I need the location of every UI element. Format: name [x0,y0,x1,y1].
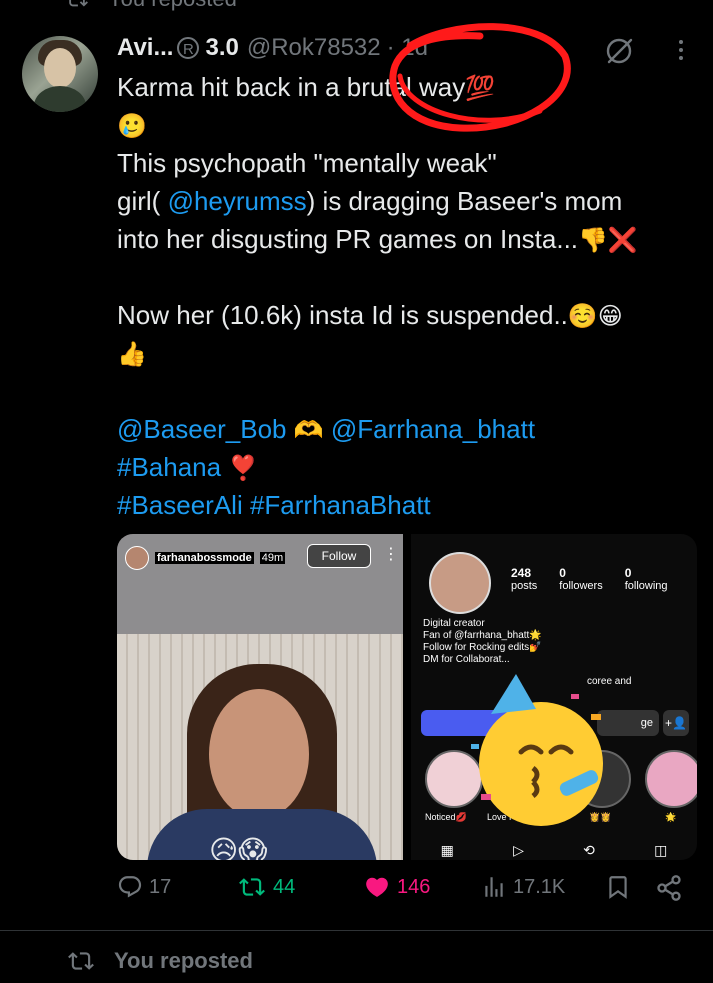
tweet-line-6: Now her (10.6k) insta Id is suspended..☺… [117,300,623,330]
tweet-action-bar: 17 44 146 17.1K [117,874,697,914]
tweet-line-1: Karma hit back in a brutal way💯 [117,68,495,108]
repost-icon [239,878,265,896]
tagged-icon: ◫ [654,842,668,858]
story-avatar [125,546,149,570]
repost-tab-icon: ⟲ [583,842,595,858]
share-button[interactable] [655,874,683,902]
tweet-line-5: into her disgusting PR games on Insta...… [117,224,638,254]
hashtag-link[interactable]: #Bahana [117,452,221,482]
views-icon [485,877,503,897]
author-version: 3.0 [205,34,239,61]
reply-count: 17 [149,875,172,898]
story-emojis: 😥😱 [209,835,268,860]
tweet-time[interactable]: · 1d [387,34,428,62]
reply-button[interactable]: 17 [117,874,171,900]
repost-icon [68,952,94,970]
repost-context-label: You reposted [114,948,253,973]
like-button[interactable]: 146 [363,874,430,900]
tweet-header: Avi... R 3.0 @Rok78532 · 1d [117,34,428,62]
like-count: 146 [397,875,431,898]
profile-bio: Digital creator Fan of @farrhana_bhatt🌟 … [423,618,542,665]
profile-avatar [429,552,491,614]
repost-context-top: You reposted [64,0,237,12]
story-more-icon: ⋮ [383,546,399,563]
repost-context-label: You reposted [108,0,237,12]
profile-tab-bar: ▦ ▷ ⟲ ◫ [411,842,697,859]
tweet-line-7: 👍 [117,341,147,368]
story-header: farhanabossmode 49m [125,546,286,570]
stat-following: 0 following [624,566,668,592]
stat-posts: 248 posts [511,566,538,592]
tweet-line-2: 🥲 [117,113,147,140]
heart-icon [366,877,388,897]
views-button[interactable]: 17.1K [481,874,565,900]
tweet-line-hashtag1: #Bahana ❣️ [117,452,259,482]
highlight-4 [645,750,697,808]
story-username: farhanabossmode [155,552,254,564]
story-follow-button: Follow [307,544,371,568]
author-handle[interactable]: @Rok78532 [247,34,381,62]
repost-context-bottom: You reposted [66,948,253,974]
more-options-icon[interactable] [672,36,690,64]
share-icon [657,875,681,901]
author-avatar[interactable] [22,36,98,112]
repost-icon [69,0,88,7]
grid-icon: ▦ [440,842,454,858]
repost-button[interactable]: 44 [237,874,295,900]
tweet-line-mentions: @Baseer_Bob 🫶 @Farrhana_bhatt [117,414,536,444]
highlight-label: 🌟 [665,812,677,822]
author-name[interactable]: Avi... [117,34,173,62]
add-person-icon: +👤 [663,710,689,736]
grok-icon[interactable] [604,36,634,66]
media-image-left[interactable]: farhanabossmode 49m Follow ⋮ 😥😱 [117,534,403,860]
hundred-emoji: 💯 [465,75,496,102]
registered-icon: R [177,37,200,59]
story-time: 49m [259,552,286,564]
party-face-sticker [461,674,621,834]
tweet-line-4: girl( @heyrumss) is dragging Baseer's mo… [117,186,623,216]
tweet-line-3: This psychopath "mentally weak" [117,148,497,178]
reply-icon [118,876,142,898]
bookmark-icon [609,876,627,899]
hashtag-link[interactable]: #FarrhanaBhatt [250,490,431,520]
mention-link[interactable]: @heyrumss [168,186,307,216]
repost-count: 44 [273,875,296,898]
stat-followers: 0 followers [559,566,603,592]
hashtag-link[interactable]: #BaseerAli [117,490,243,520]
profile-stats: 248 posts 0 followers 0 following [511,566,668,592]
mention-link[interactable]: @Farrhana_bhatt [331,414,535,444]
mention-link[interactable]: @Baseer_Bob [117,414,287,444]
tweet-media[interactable]: farhanabossmode 49m Follow ⋮ 😥😱 248 posts… [117,534,697,860]
divider [0,930,713,931]
tweet-line-hashtags: #BaseerAli #FarrhanaBhatt [117,486,431,524]
views-count: 17.1K [513,875,566,898]
reels-icon: ▷ [513,842,524,858]
bookmark-button[interactable] [605,874,631,900]
